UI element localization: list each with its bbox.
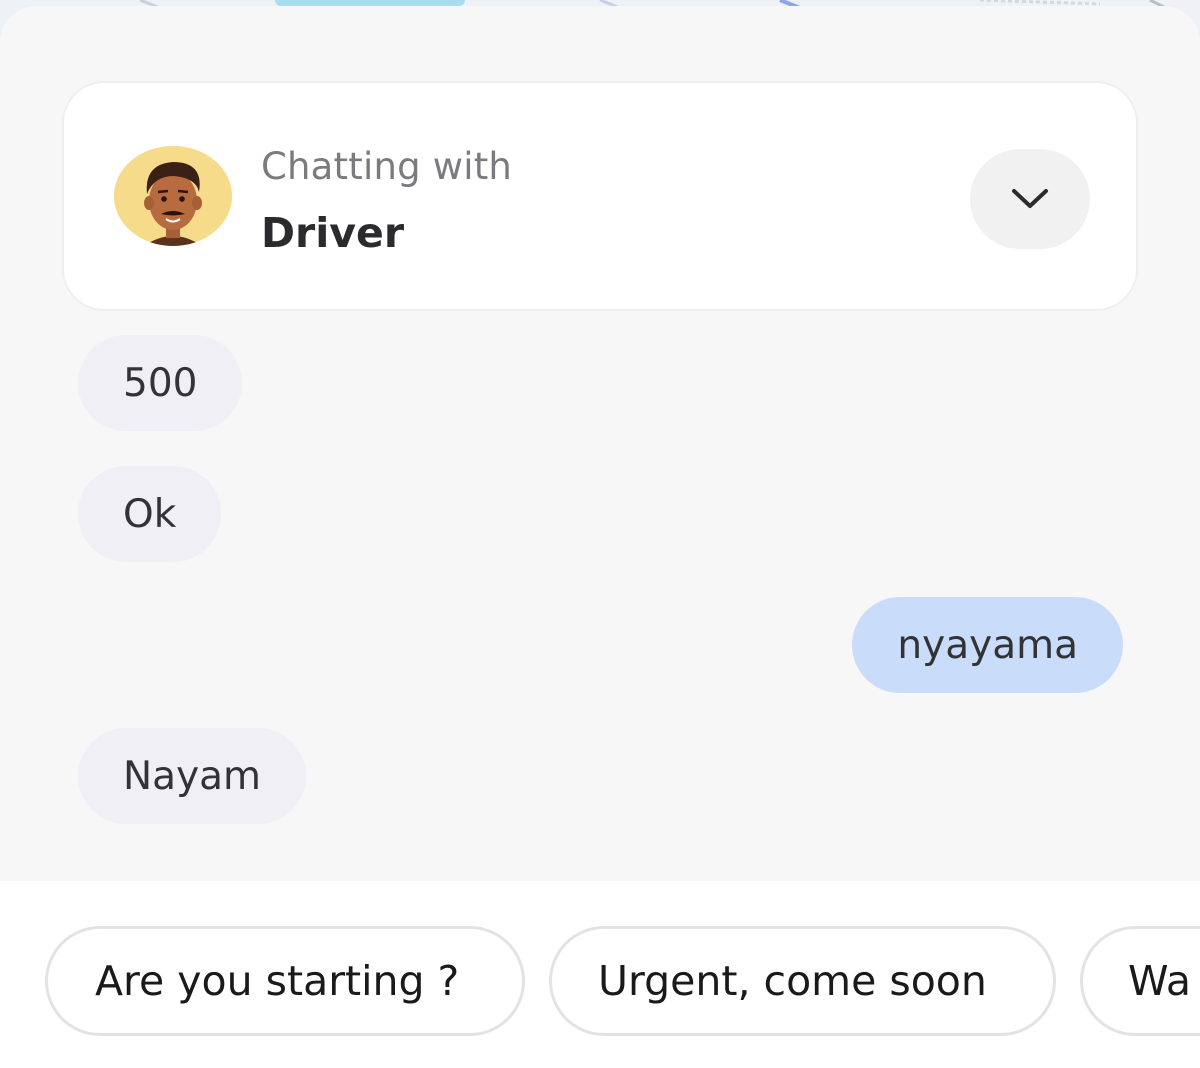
message-bubble-incoming: Ok (78, 466, 222, 562)
message-bubble-incoming: 500 (78, 335, 243, 431)
chevron-down-icon (1012, 189, 1048, 208)
quick-reply-label: Wa (1128, 957, 1192, 1005)
message-text: 500 (123, 360, 198, 406)
quick-replies-bar: Are you starting ? Urgent, come soon Wa (0, 881, 1200, 1068)
message-text: nyayama (897, 622, 1078, 668)
quick-reply-chip[interactable]: Urgent, come soon (549, 926, 1056, 1036)
chat-sheet: Chatting with Driver 500 Ok nyayama Naya… (0, 6, 1200, 881)
message-text: Ok (123, 491, 177, 537)
message-bubble-outgoing: nyayama (852, 597, 1123, 693)
quick-reply-chip[interactable]: Are you starting ? (45, 926, 525, 1036)
message-bubble-incoming: Nayam (78, 728, 307, 824)
chat-header-title: Driver (261, 209, 405, 257)
quick-reply-label: Urgent, come soon (598, 957, 987, 1005)
message-text: Nayam (123, 753, 262, 799)
collapse-chat-button[interactable] (970, 149, 1090, 249)
quick-reply-chip[interactable]: Wa (1080, 926, 1200, 1036)
chat-header-subtitle: Chatting with (261, 145, 513, 188)
driver-avatar (114, 146, 232, 246)
quick-reply-label: Are you starting ? (95, 957, 460, 1005)
chat-header: Chatting with Driver (62, 81, 1138, 311)
